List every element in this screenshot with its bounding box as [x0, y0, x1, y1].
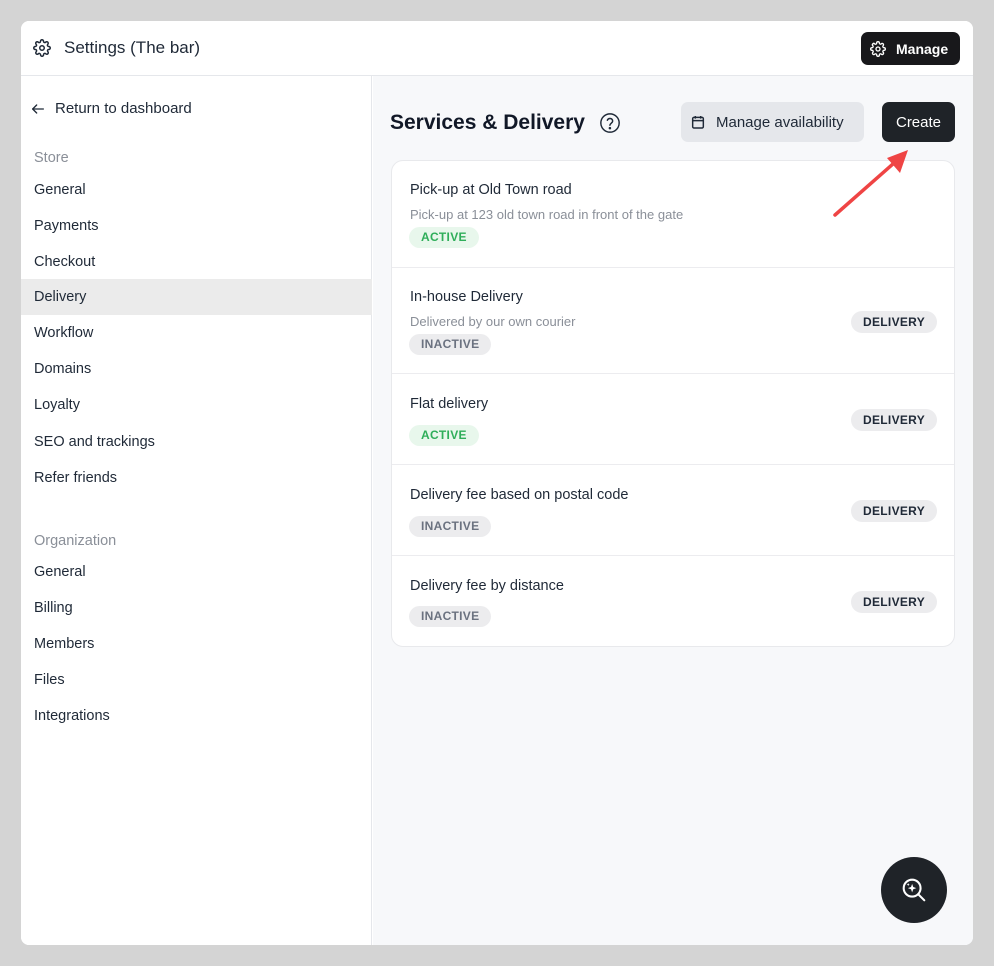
service-title: Pick-up at Old Town road — [410, 182, 572, 198]
manage-availability-button[interactable]: Manage availability — [681, 102, 864, 142]
service-title: Flat delivery — [410, 396, 489, 412]
service-description: Pick-up at 123 old town road in front of… — [410, 207, 684, 222]
section-label-store: Store — [34, 150, 69, 166]
settings-sidebar: Return to dashboard Store General Paymen… — [21, 76, 372, 945]
return-to-dashboard-label: Return to dashboard — [55, 100, 192, 117]
sidebar-item-loyalty[interactable]: Loyalty — [21, 387, 372, 423]
manage-button-label: Manage — [896, 40, 949, 57]
settings-window: Settings (The bar) Manage Return to dash… — [21, 21, 973, 945]
type-badge: DELIVERY — [851, 500, 937, 522]
top-bar: Settings (The bar) Manage — [21, 21, 973, 76]
calendar-icon — [691, 116, 705, 129]
status-badge: INACTIVE — [409, 334, 492, 355]
manage-availability-label: Manage availability — [716, 113, 844, 131]
window-title: Settings (The bar) — [64, 38, 201, 57]
create-button[interactable]: Create — [882, 102, 955, 142]
sidebar-item-general[interactable]: General — [21, 172, 372, 208]
sidebar-item-seo-and-trackings[interactable]: SEO and trackings — [21, 424, 372, 460]
question-circle-icon[interactable] — [599, 112, 621, 134]
manage-button[interactable]: Manage — [861, 32, 960, 65]
page-title: Services & Delivery — [390, 111, 585, 134]
sidebar-item-checkout[interactable]: Checkout — [21, 244, 372, 280]
service-row-flat-delivery[interactable]: Flat delivery ACTIVE DELIVERY — [392, 374, 954, 465]
service-title: Delivery fee by distance — [410, 578, 564, 594]
zoom-assistant-button[interactable] — [881, 857, 947, 923]
sidebar-item-files[interactable]: Files — [21, 662, 372, 698]
status-badge: INACTIVE — [409, 516, 492, 537]
service-title: Delivery fee based on postal code — [410, 487, 629, 503]
sidebar-item-delivery[interactable]: Delivery — [21, 279, 372, 315]
sidebar-item-domains[interactable]: Domains — [21, 351, 372, 387]
type-badge: DELIVERY — [851, 409, 937, 431]
service-row-distance-fee[interactable]: Delivery fee by distance INACTIVE DELIVE… — [392, 556, 954, 646]
gear-icon — [33, 39, 51, 57]
service-title: In-house Delivery — [410, 289, 523, 305]
status-badge: ACTIVE — [409, 227, 479, 248]
service-row-postal-code-fee[interactable]: Delivery fee based on postal code INACTI… — [392, 465, 954, 556]
sidebar-item-refer-friends[interactable]: Refer friends — [21, 460, 372, 496]
type-badge: DELIVERY — [851, 591, 937, 613]
services-list: Pick-up at Old Town road Pick-up at 123 … — [391, 160, 955, 647]
status-badge: ACTIVE — [409, 425, 479, 446]
section-label-organization: Organization — [34, 533, 117, 549]
type-badge: DELIVERY — [851, 311, 937, 333]
sidebar-item-members[interactable]: Members — [21, 626, 372, 662]
status-badge: INACTIVE — [409, 606, 492, 627]
gear-icon — [870, 40, 886, 57]
return-to-dashboard-link[interactable]: Return to dashboard — [30, 100, 192, 117]
annotation-arrow-icon — [833, 150, 908, 217]
service-row-in-house-delivery[interactable]: In-house Delivery Delivered by our own c… — [392, 268, 954, 374]
sidebar-item-workflow[interactable]: Workflow — [21, 315, 372, 351]
sidebar-item-payments[interactable]: Payments — [21, 208, 372, 244]
arrow-left-icon — [31, 103, 44, 114]
sidebar-item-integrations[interactable]: Integrations — [21, 698, 372, 734]
magnifier-sparkle-icon — [902, 878, 926, 902]
sidebar-item-org-general[interactable]: General — [21, 554, 372, 590]
sidebar-item-billing[interactable]: Billing — [21, 590, 372, 626]
service-description: Delivered by our own courier — [410, 314, 576, 329]
